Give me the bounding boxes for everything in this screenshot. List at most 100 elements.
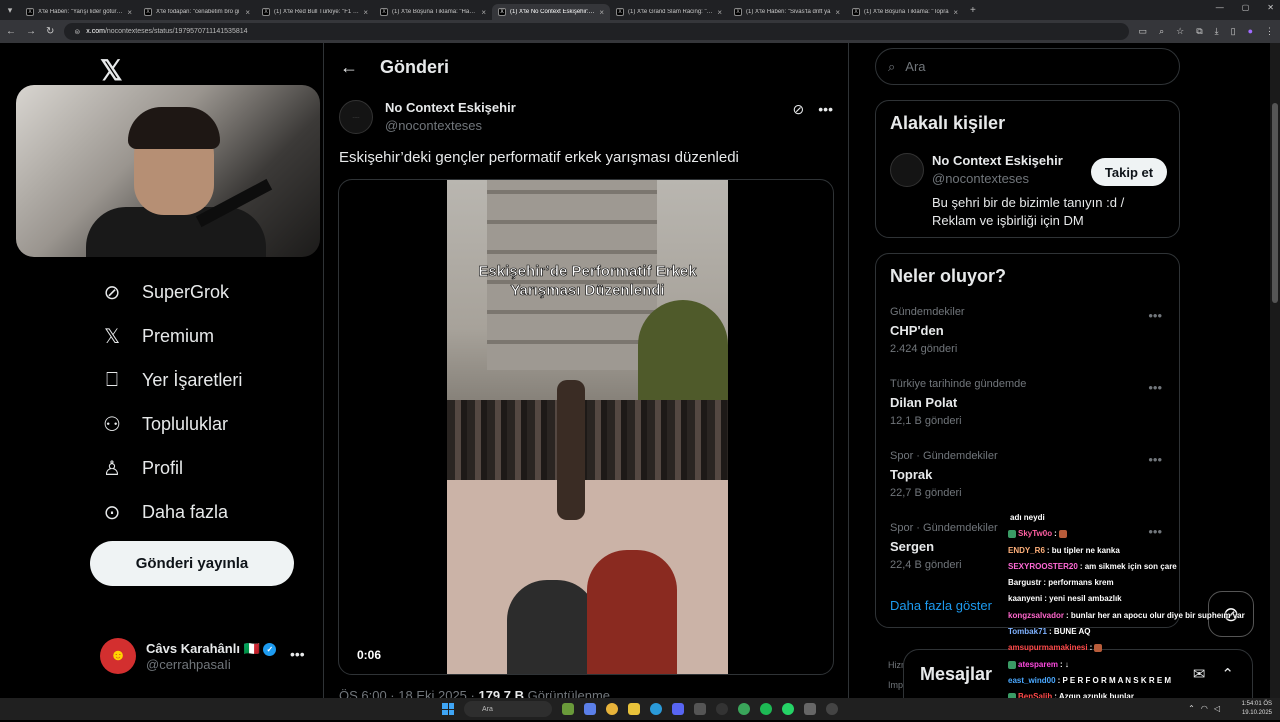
spotify-icon[interactable]	[760, 703, 772, 715]
tab-close-icon[interactable]: ×	[717, 8, 722, 17]
tab-close-icon[interactable]: ×	[953, 8, 958, 17]
steam-icon[interactable]	[716, 703, 728, 715]
tab-close-icon[interactable]: ×	[599, 8, 604, 17]
x-favicon-icon: X	[144, 8, 152, 16]
grok-icon: ⊘	[103, 281, 121, 304]
follow-button[interactable]: Takip et	[1091, 158, 1167, 186]
nav-item-yer-i-aretleri[interactable]: ⎕ Yer İşaretleri	[100, 358, 242, 402]
tab-close-icon[interactable]: ×	[245, 8, 250, 17]
nav-item-label: Yer İşaretleri	[142, 369, 243, 390]
trend-name: Toprak	[890, 467, 933, 482]
tab-search-menu-icon[interactable]: ▾	[0, 0, 20, 20]
forward-nav-icon[interactable]: →	[26, 26, 36, 37]
cast-icon[interactable]: ▭	[1139, 26, 1148, 37]
maximize-icon[interactable]: ▢	[1242, 3, 1250, 12]
nav-item-profil[interactable]: ♙ Profil	[100, 446, 242, 490]
download-icon[interactable]: ⤓	[1215, 26, 1219, 37]
bookmark-star-icon[interactable]: ☆	[1176, 26, 1184, 37]
trend-item[interactable]: Spor · Gündemdekiler Toprak 22,7 B gönderi…	[890, 450, 1170, 499]
sidebar-panel-icon[interactable]: ▯	[1231, 26, 1236, 37]
related-user[interactable]: No Context Eskişehir @nocontexteses	[890, 153, 1063, 187]
tweet-more-icon[interactable]: •••	[818, 101, 833, 118]
search-input[interactable]: ⌕ Ara	[875, 48, 1180, 85]
whatsapp-icon[interactable]	[782, 703, 794, 715]
more-circle-icon: ⊙	[103, 501, 121, 524]
browser-tab[interactable]: X X'te fodapan: "cenabetim bro gi ×	[138, 4, 256, 20]
address-bar[interactable]: ⊜ x.com/nocontexteses/status/19795707111…	[64, 23, 1129, 40]
chat-message: kongzsalvador: bunlar her an apocu olur …	[1008, 608, 1278, 624]
widgets-icon[interactable]	[562, 703, 574, 715]
xbox-icon[interactable]	[738, 703, 750, 715]
back-arrow-icon[interactable]: ←	[340, 57, 358, 78]
video-frame[interactable]: Eskişehir’de Performatif Erkek Yarışması…	[447, 180, 728, 674]
clock[interactable]: 1:54:01 ÖS 19.10.2025	[1242, 700, 1272, 718]
extensions-icon[interactable]: ⧉	[1196, 26, 1202, 37]
post-button[interactable]: Gönderi yayınla	[90, 541, 294, 586]
author-avatar[interactable]: ~~~	[339, 100, 373, 134]
nav-item-daha-fazla[interactable]: ⊙ Daha fazla	[100, 490, 242, 534]
account-more-icon[interactable]: •••	[290, 646, 305, 662]
author-handle[interactable]: @nocontexteses	[385, 118, 516, 133]
taskbar-search[interactable]: Ara	[464, 701, 552, 717]
tab-close-icon[interactable]: ×	[481, 8, 486, 17]
chat-emote-icon	[1094, 644, 1103, 653]
related-name[interactable]: No Context Eskişehir	[932, 153, 1063, 168]
browser-tab[interactable]: X (1) X'te Red Bull Türkiye: "F1 #S ×	[256, 4, 374, 20]
show-more-link[interactable]: Daha fazla göster	[890, 598, 992, 613]
discord-icon[interactable]	[672, 703, 684, 715]
tweet-video[interactable]: Eskişehir’de Performatif Erkek Yarışması…	[338, 179, 834, 675]
nav-item-label: Topluluklar	[142, 413, 229, 434]
trend-more-icon[interactable]: •••	[1148, 380, 1162, 395]
x-logo-icon[interactable]: 𝕏	[100, 54, 123, 87]
profile-icon-browser[interactable]: ●	[1248, 26, 1253, 37]
related-handle[interactable]: @nocontexteses	[932, 171, 1063, 186]
chat-username: amsupurmamakinesi	[1008, 643, 1088, 653]
chat-text: : bunlar her an apocu olur diye bir suph…	[1066, 610, 1245, 620]
nav-item-premium[interactable]: 𝕏 Premium	[100, 314, 242, 358]
trend-item[interactable]: Türkiye tarihinde gündemde Dilan Polat 12,…	[890, 378, 1170, 427]
browser-tab[interactable]: X (1) X'te No Context Eskişehir: "E ×	[492, 4, 610, 20]
author-name[interactable]: No Context Eskişehir	[385, 100, 516, 115]
close-window-icon[interactable]: ✕	[1267, 3, 1274, 12]
chrome-icon[interactable]	[606, 703, 618, 715]
browser-tab[interactable]: X (1) X'te Grand Slam Racing: "SE ×	[610, 4, 728, 20]
browser-tabbar: ▾ X X'te Haberi: "Yarışı lider götürür" × X…	[0, 0, 1280, 20]
trend-item[interactable]: Gündemdekiler CHP'den 2.424 gönderi •••	[890, 306, 1170, 355]
minimize-icon[interactable]: —	[1216, 3, 1224, 12]
page-scrollbar[interactable]	[1270, 43, 1280, 698]
tab-close-icon[interactable]: ×	[127, 8, 132, 17]
obs-icon[interactable]	[826, 703, 838, 715]
zoom-icon[interactable]: ⌕	[1159, 26, 1164, 37]
volume-icon[interactable]: ◁	[1214, 704, 1220, 713]
tweet-author[interactable]: ~~~ No Context Eskişehir @nocontexteses	[339, 100, 516, 134]
browser-tab[interactable]: X (1) X'te Boşuna Tıklama: "Topra ×	[846, 4, 964, 20]
chat-message: Tombak71: BUNE AQ	[1008, 624, 1278, 640]
browser-tab[interactable]: X X'te Haberi: "Yarışı lider götürür" ×	[20, 4, 138, 20]
nav-item-topluluklar[interactable]: ⚇ Topluluklar	[100, 402, 242, 446]
related-avatar[interactable]	[890, 153, 924, 187]
copilot-icon[interactable]	[584, 703, 596, 715]
windows-taskbar: Ara ⌃ ◠ ◁ 1:54:01 ÖS 19.10.2025	[0, 698, 1280, 720]
browser-tab[interactable]: X (1) X'te Haberi: "Sivas'ta drift ya ×	[728, 4, 846, 20]
site-info-icon[interactable]: ⊜	[74, 28, 80, 36]
browser-menu-icon[interactable]: ⋮	[1265, 26, 1274, 37]
browser-tab[interactable]: X (1) X'te Boşuna Tıklama: "Hamo ×	[374, 4, 492, 20]
tab-close-icon[interactable]: ×	[363, 8, 368, 17]
file-explorer-icon[interactable]	[628, 703, 640, 715]
settings-icon[interactable]	[804, 703, 816, 715]
new-tab-button[interactable]: +	[970, 5, 976, 16]
grok-icon[interactable]: ⊘	[793, 101, 805, 118]
tab-title: (1) X'te Grand Slam Racing: "SE	[628, 9, 714, 15]
wifi-icon[interactable]: ◠	[1201, 704, 1208, 713]
tray-chevron-icon[interactable]: ⌃	[1188, 704, 1195, 713]
back-nav-icon[interactable]: ←	[6, 26, 16, 37]
game-icon[interactable]	[694, 703, 706, 715]
edge-icon[interactable]	[650, 703, 662, 715]
trend-more-icon[interactable]: •••	[1148, 308, 1162, 323]
nav-item-supergrok[interactable]: ⊘ SuperGrok	[100, 270, 242, 314]
tab-close-icon[interactable]: ×	[835, 8, 840, 17]
reload-icon[interactable]: ↻	[46, 26, 54, 37]
trend-more-icon[interactable]: •••	[1148, 452, 1162, 467]
account-switcher[interactable]: ☻ Câvs Karahânlı 🇮🇹 ✓ @cerrahpasaIi •••	[100, 638, 305, 674]
start-button-icon[interactable]	[442, 703, 454, 715]
